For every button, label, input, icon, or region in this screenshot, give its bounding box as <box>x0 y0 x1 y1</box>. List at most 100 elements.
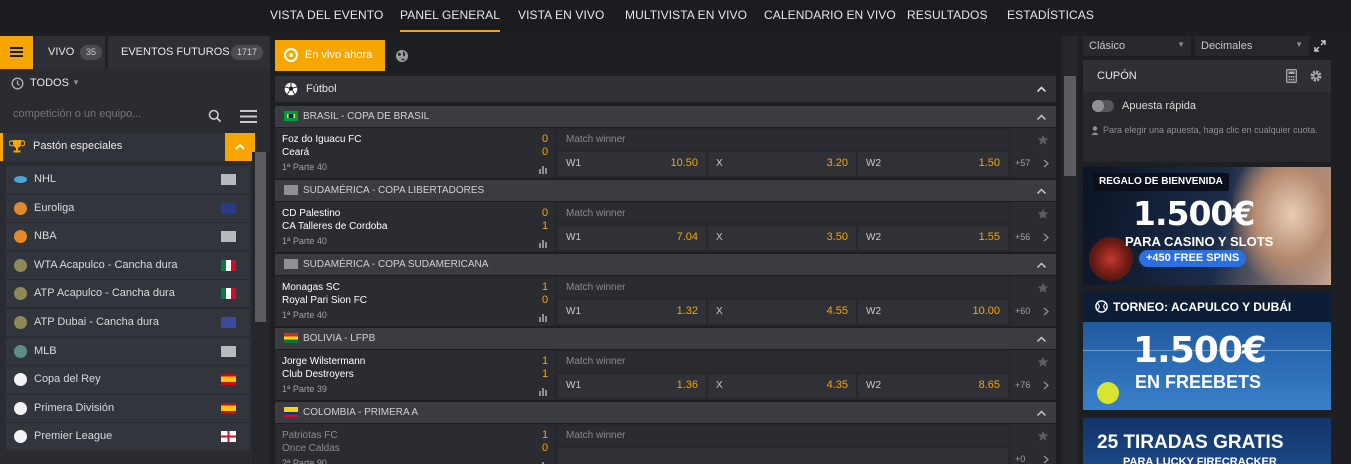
sport-header[interactable]: Fútbol <box>275 76 1056 102</box>
match-row[interactable]: Monagas SC Royal Pari Sion FC 1 0 1ª Parte 4… <box>275 276 1056 326</box>
tab-panel-general[interactable]: PANEL GENERAL <box>400 0 501 32</box>
sidebar-item-league[interactable]: Euroliga <box>6 194 250 222</box>
odds-button[interactable]: W1 7.04 <box>558 226 706 250</box>
expand-icon[interactable] <box>1313 39 1327 53</box>
basketball-icon <box>14 201 27 215</box>
tab-estadisticas[interactable]: ESTADÍSTICAS <box>1007 0 1094 32</box>
sidebar-item-league[interactable]: ATP Acapulco - Cancha dura <box>6 280 250 308</box>
sidebar-scrollbar[interactable] <box>252 152 270 464</box>
odds-button[interactable]: W2 1.55 <box>858 226 1008 250</box>
country-flag-icon <box>221 317 236 328</box>
odds-button[interactable]: W1 1.36 <box>558 374 706 398</box>
team1-name: Jorge Wilstermann <box>282 356 366 367</box>
match-teams[interactable]: Monagas SC Royal Pari Sion FC 1 0 1ª Parte 4… <box>275 276 554 326</box>
tab-calendario-en-vivo[interactable]: CALENDARIO EN VIVO <box>764 0 896 32</box>
match-row[interactable]: Patriotas FC Once Caldas 1 0 2ª Parte 90 Matc… <box>275 424 1056 464</box>
competition-header[interactable]: SUDAMÉRICA - COPA LIBERTADORES <box>275 180 1056 201</box>
country-flag-icon <box>284 333 298 343</box>
star-icon[interactable] <box>1037 430 1049 442</box>
chevron-up-icon[interactable] <box>1036 409 1047 417</box>
search-input[interactable]: competición o un equipo... <box>13 108 141 120</box>
star-icon[interactable] <box>1037 208 1049 220</box>
quick-bet-toggle[interactable] <box>1092 100 1114 112</box>
competition-header[interactable]: SUDAMÉRICA - COPA SUDAMERICANA <box>275 254 1056 275</box>
match-teams[interactable]: CD Palestino CA Talleres de Cordoba 0 1 1ª P… <box>275 202 554 252</box>
events-scrollbar[interactable] <box>1062 36 1078 464</box>
odds-button[interactable]: X 3.50 <box>708 226 856 250</box>
globe-tab[interactable] <box>388 40 416 71</box>
more-markets[interactable]: +56 <box>1011 202 1056 252</box>
odds-button[interactable]: X 4.55 <box>708 300 856 324</box>
soccer-icon <box>14 430 27 444</box>
odds-button[interactable]: X 3.20 <box>708 152 856 176</box>
free-spins-banner[interactable]: 25 TIRADAS GRATIS PARA LUCKY FIRECRACKER <box>1083 418 1331 464</box>
tab-eventos-futuros[interactable]: EVENTOS FUTUROS 1717 <box>108 36 270 69</box>
match-row[interactable]: Jorge Wilstermann Club Destroyers 1 1 1ª Par… <box>275 350 1056 400</box>
calculator-icon[interactable] <box>1286 69 1297 83</box>
match-row[interactable]: CD Palestino CA Talleres de Cordoba 0 1 1ª P… <box>275 202 1056 252</box>
odds-value: 4.35 <box>826 379 848 391</box>
odds-format-select[interactable]: Decimales ▼ <box>1195 36 1309 56</box>
odds-button[interactable]: W1 10.50 <box>558 152 706 176</box>
sidebar-item-league[interactable]: Premier League <box>6 423 250 451</box>
stats-icon[interactable] <box>539 387 549 396</box>
sidebar-item-league[interactable]: NHL <box>6 166 250 193</box>
chevron-up-icon[interactable] <box>1036 113 1047 121</box>
sidebar-item-league[interactable]: Primera División <box>6 394 250 422</box>
tab-vivo[interactable]: VIVO 35 <box>35 36 105 69</box>
sidebar-item-league[interactable]: WTA Acapulco - Cancha dura <box>6 251 250 279</box>
sidebar-item-league[interactable]: ATP Dubai - Cancha dura <box>6 309 250 336</box>
tournament-banner[interactable]: TORNEO: ACAPULCO Y DUBÁI 1.500€ EN FREEB… <box>1083 292 1331 410</box>
menu-icon[interactable] <box>0 36 33 69</box>
more-markets[interactable]: +57 <box>1011 128 1056 178</box>
league-label: NHL <box>34 173 57 185</box>
competition-header[interactable]: COLOMBIA - PRIMERA A <box>275 402 1056 423</box>
odds-button[interactable]: W2 8.65 <box>858 374 1008 398</box>
odds-button[interactable]: X 4.35 <box>708 374 856 398</box>
view-mode-select[interactable]: Clásico ▼ <box>1083 36 1191 56</box>
odds-button[interactable]: W1 1.32 <box>558 300 706 324</box>
tab-vista-del-evento[interactable]: VISTA DEL EVENTO <box>270 0 383 32</box>
match-row[interactable]: Foz do Iguacu FC Ceará 0 0 1ª Parte 40 Match … <box>275 128 1056 178</box>
stats-icon[interactable] <box>539 313 549 322</box>
gear-icon[interactable] <box>1309 69 1323 83</box>
match-teams[interactable]: Foz do Iguacu FC Ceará 0 0 1ª Parte 40 <box>275 128 554 178</box>
sidebar-item-league[interactable]: NBA <box>6 223 250 251</box>
star-icon[interactable] <box>1037 134 1049 146</box>
stats-icon[interactable] <box>539 239 549 248</box>
live-now-tab[interactable]: En vivo ahora <box>275 40 385 71</box>
search-icon[interactable] <box>208 109 222 123</box>
odds-value: 3.20 <box>826 157 848 169</box>
more-markets[interactable]: +0 <box>1011 424 1056 464</box>
basketball-icon <box>14 230 27 244</box>
chevron-up-icon[interactable] <box>1036 85 1047 93</box>
collapse-button[interactable] <box>225 133 255 161</box>
chevron-up-icon[interactable] <box>1036 261 1047 269</box>
list-filter-icon[interactable] <box>239 109 259 124</box>
scrollbar-thumb[interactable] <box>1064 76 1076 176</box>
chevron-up-icon[interactable] <box>1036 187 1047 195</box>
tab-multivista-en-vivo[interactable]: MULTIVISTA EN VIVO <box>625 0 747 32</box>
sidebar-item-league[interactable]: Copa del Rey <box>6 366 250 394</box>
competition-header[interactable]: BOLIVIA - LFPB <box>275 328 1056 349</box>
match-teams[interactable]: Jorge Wilstermann Club Destroyers 1 1 1ª Par… <box>275 350 554 400</box>
scrollbar-thumb[interactable] <box>255 152 266 322</box>
match-teams[interactable]: Patriotas FC Once Caldas 1 0 2ª Parte 90 <box>275 424 554 464</box>
welcome-bonus-banner[interactable]: REGALO DE BIENVENIDA 1.500€ PARA CASINO … <box>1083 167 1331 285</box>
coupon-header: CUPÓN <box>1083 60 1331 92</box>
more-markets[interactable]: +60 <box>1011 276 1056 326</box>
tab-resultados[interactable]: RESULTADOS <box>907 0 988 32</box>
star-icon[interactable] <box>1037 282 1049 294</box>
odds-button[interactable]: W2 10.00 <box>858 300 1008 324</box>
tab-vista-en-vivo[interactable]: VISTA EN VIVO <box>518 0 604 32</box>
odds-button[interactable]: W2 1.50 <box>858 152 1008 176</box>
sidebar-item-league[interactable]: MLB <box>6 337 250 365</box>
chevron-up-icon[interactable] <box>1036 335 1047 343</box>
filter-dropdown[interactable]: TODOS ▼ <box>0 69 270 99</box>
more-markets[interactable]: +76 <box>1011 350 1056 400</box>
competition-header[interactable]: BRASIL - COPA DE BRASIL <box>275 106 1056 127</box>
team1-score: 1 <box>542 355 549 367</box>
star-icon[interactable] <box>1037 356 1049 368</box>
stats-icon[interactable] <box>539 165 549 174</box>
featured-section-header[interactable]: Pastón especiales <box>0 133 255 161</box>
